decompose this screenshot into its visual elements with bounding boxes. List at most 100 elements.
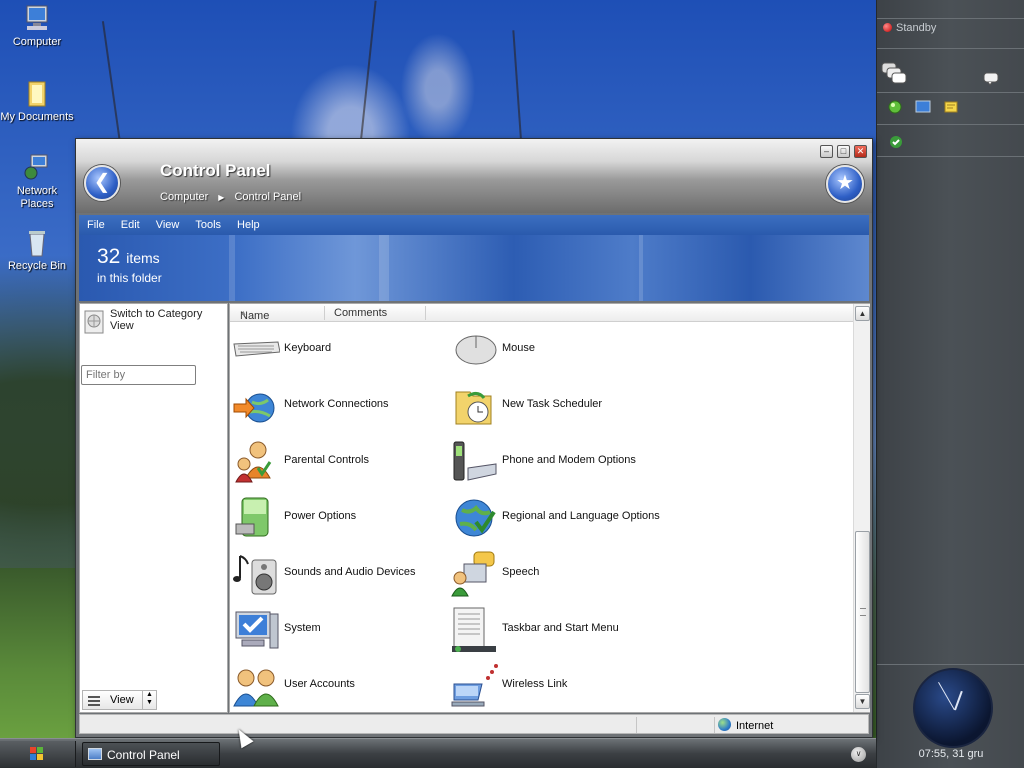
menu-file[interactable]: File — [79, 215, 113, 235]
chat-bubbles-icon[interactable] — [881, 62, 909, 89]
taskbar-start-menu-icon — [450, 606, 498, 654]
speech-icon — [450, 550, 498, 598]
list-item[interactable]: System — [230, 602, 445, 658]
sidebar-divider — [877, 156, 1024, 157]
user-accounts-icon — [232, 662, 280, 710]
banner-streak — [639, 235, 643, 301]
breadcrumb-computer[interactable]: Computer — [160, 191, 208, 203]
banner-streak — [379, 235, 389, 301]
list-item[interactable]: Parental Controls — [230, 434, 445, 490]
windows-logo-icon — [30, 747, 44, 761]
maximize-icon: □ — [840, 146, 847, 156]
notes-icon[interactable] — [943, 99, 959, 118]
scroll-thumb[interactable] — [855, 531, 870, 693]
minimize-button[interactable]: – — [820, 145, 833, 158]
view-list-icon — [88, 696, 100, 706]
list-item[interactable]: Speech — [448, 546, 663, 602]
menu-tools[interactable]: Tools — [187, 215, 229, 235]
item-label: System — [284, 622, 321, 634]
system-icon — [232, 606, 280, 654]
taskbar-item-control-panel[interactable]: Control Panel — [82, 742, 220, 766]
tree-branch — [101, 21, 122, 151]
list-item[interactable]: User Accounts — [230, 658, 445, 714]
desktop-icon-label: Recycle Bin — [7, 260, 67, 272]
close-icon: ✕ — [856, 146, 865, 156]
item-label: Regional and Language Options — [502, 510, 660, 522]
menu-help[interactable]: Help — [229, 215, 268, 235]
list-item[interactable]: Regional and Language Options — [448, 490, 663, 546]
sidebar-divider — [877, 92, 1024, 93]
monitor-icon[interactable] — [915, 99, 931, 118]
item-label: New Task Scheduler — [502, 398, 603, 410]
desktop-icon-computer[interactable]: Computer — [0, 4, 74, 49]
list-item[interactable]: Sounds and Audio Devices — [230, 546, 445, 602]
sidebar-divider — [877, 48, 1024, 49]
banner-subtitle: in this folder — [97, 271, 162, 285]
speech-bubble-icon[interactable] — [983, 72, 999, 89]
list-item[interactable]: Wireless Link — [448, 658, 663, 714]
close-button[interactable]: ✕ — [854, 145, 867, 158]
item-label: Power Options — [284, 510, 357, 522]
item-label: Parental Controls — [284, 454, 369, 466]
security-check-icon[interactable] — [887, 133, 903, 152]
control-panel-task-icon — [88, 748, 102, 760]
scroll-up-button[interactable]: ▲ — [855, 306, 870, 321]
start-button[interactable] — [0, 741, 76, 767]
tray-expand-icon[interactable]: ∨ — [851, 747, 866, 762]
back-arrow-icon: ❮ — [93, 171, 111, 193]
desktop-icon-network-places[interactable]: Network Places — [0, 153, 74, 211]
column-comments[interactable]: Comments — [334, 307, 387, 319]
view-button[interactable]: View ▲ ▼ — [82, 690, 157, 710]
internet-globe-icon — [718, 718, 731, 731]
computer-icon — [21, 4, 53, 34]
recycle-bin-icon — [21, 228, 53, 258]
list-item[interactable]: Phone and Modem Options — [448, 434, 663, 490]
switch-to-category-view-link[interactable]: Switch to Category View — [82, 308, 222, 336]
item-label: Keyboard — [284, 342, 332, 354]
menu-view[interactable]: View — [148, 215, 188, 235]
list-item[interactable]: Keyboard — [230, 322, 445, 378]
internet-zone-label: Internet — [736, 720, 774, 732]
item-label: User Accounts — [284, 678, 355, 690]
standby-status[interactable]: Standby — [883, 22, 936, 34]
taskbar-item-label: Control Panel — [107, 748, 180, 762]
list-item[interactable]: Mouse — [448, 322, 663, 378]
regional-language-icon — [450, 494, 498, 542]
list-item[interactable]: Power Options — [230, 490, 445, 546]
vertical-scrollbar[interactable]: ▲ ▼ — [853, 304, 870, 712]
list-item[interactable]: New Task Scheduler — [448, 378, 663, 434]
status-bar: Internet — [79, 714, 869, 734]
green-orb-icon[interactable] — [887, 99, 903, 118]
desktop-icon-label: Computer — [12, 36, 62, 48]
filter-input[interactable] — [81, 365, 196, 385]
network-icon — [21, 153, 53, 183]
mouse-icon — [450, 326, 498, 374]
list-item[interactable]: Network Connections — [230, 378, 445, 434]
column-divider[interactable] — [425, 306, 426, 320]
scroll-down-button[interactable]: ▼ — [855, 694, 870, 709]
back-button[interactable]: ❮ — [84, 165, 120, 201]
item-count-unit: items — [126, 250, 160, 266]
view-spinner-icon[interactable]: ▲ ▼ — [142, 691, 156, 709]
favorites-button[interactable]: ★ — [826, 165, 864, 203]
list-item[interactable]: Taskbar and Start Menu — [448, 602, 663, 658]
item-grid: Keyboard Mouse Network Connections New T… — [230, 322, 853, 712]
item-label: Sounds and Audio Devices — [284, 566, 416, 578]
item-count: 32 items — [97, 245, 160, 269]
item-count-number: 32 — [97, 245, 121, 268]
menu-edit[interactable]: Edit — [113, 215, 148, 235]
item-label: Mouse — [502, 342, 536, 354]
title-bar[interactable]: ❮ Control Panel Computer ▶ Control Panel ★… — [76, 139, 872, 213]
minimize-icon: – — [823, 146, 829, 156]
desktop-icon-my-documents[interactable]: My Documents — [0, 79, 74, 124]
maximize-button[interactable]: □ — [837, 145, 850, 158]
scroll-down-arrow-icon: ▼ — [858, 697, 867, 706]
desktop-icon-recycle-bin[interactable]: Recycle Bin — [0, 228, 74, 273]
star-icon: ★ — [836, 172, 854, 194]
banner-streak — [229, 235, 235, 301]
column-divider[interactable] — [324, 306, 325, 320]
breadcrumb-control-panel[interactable]: Control Panel — [234, 191, 301, 203]
sidebar-divider — [877, 18, 1024, 19]
keyboard-icon — [232, 326, 281, 374]
control-panel-window: ❮ Control Panel Computer ▶ Control Panel ★… — [75, 138, 873, 738]
